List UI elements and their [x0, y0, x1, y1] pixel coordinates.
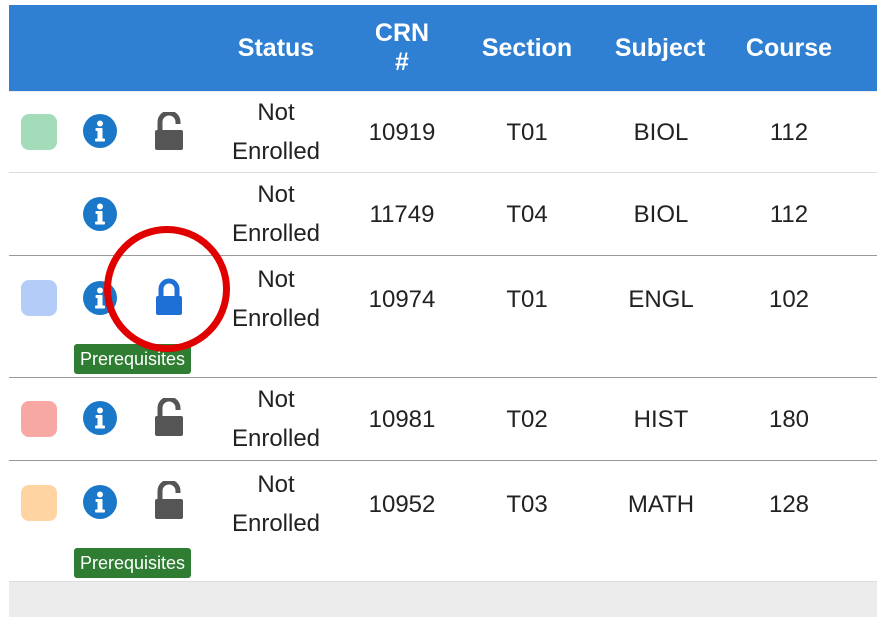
- info-icon[interactable]: [83, 485, 117, 519]
- crn-cell: 10981: [368, 405, 436, 433]
- table-row[interactable]: Prerequisites Not Enrolled 10952 T03 MAT…: [9, 461, 877, 582]
- course-color-swatch: [21, 114, 57, 150]
- unlock-icon[interactable]: [151, 112, 187, 152]
- info-icon[interactable]: [83, 197, 117, 231]
- section-cell: T01: [506, 285, 548, 313]
- table-row[interactable]: Not Enrolled 10919 T01 BIOL 112: [9, 92, 877, 173]
- crn-cell: 10974: [368, 285, 436, 313]
- header-status[interactable]: Status: [221, 5, 331, 91]
- status-cell: Not Enrolled: [231, 181, 321, 247]
- course-cell: 112: [769, 200, 809, 228]
- crn-cell: 10919: [368, 118, 436, 146]
- crn-cell: 10952: [368, 490, 436, 518]
- course-color-swatch: [21, 485, 57, 521]
- status-cell: Not Enrolled: [231, 266, 321, 332]
- highlight-circle: [104, 226, 230, 352]
- section-cell: T04: [506, 200, 548, 228]
- subject-cell: MATH: [627, 490, 695, 518]
- section-cell: T01: [506, 118, 548, 146]
- section-cell: T02: [506, 405, 548, 433]
- subject-cell: BIOL: [633, 200, 689, 228]
- header-course[interactable]: Course: [739, 5, 839, 91]
- course-cell: 128: [768, 490, 810, 518]
- status-cell: Not Enrolled: [231, 386, 321, 452]
- subject-cell: HIST: [633, 405, 689, 433]
- header-subject[interactable]: Subject: [605, 5, 715, 91]
- table-row[interactable]: Not Enrolled 10981 T02 HIST 180: [9, 378, 877, 461]
- header-section[interactable]: Section: [474, 5, 580, 91]
- course-cell: 180: [768, 405, 810, 433]
- info-icon[interactable]: [83, 114, 117, 148]
- table-header: Status CRN # Section Subject Course: [9, 5, 877, 91]
- course-cell: 102: [768, 285, 810, 313]
- subject-cell: ENGL: [628, 285, 694, 313]
- prerequisites-badge[interactable]: Prerequisites: [74, 548, 192, 578]
- subject-cell: BIOL: [633, 118, 689, 146]
- crn-cell: 11749: [369, 200, 435, 228]
- course-color-swatch: [21, 401, 57, 437]
- unlock-icon[interactable]: [151, 481, 187, 521]
- course-cell: 112: [769, 118, 809, 146]
- info-icon[interactable]: [83, 401, 117, 435]
- header-crn[interactable]: CRN #: [357, 5, 447, 91]
- status-cell: Not Enrolled: [231, 99, 321, 165]
- course-color-swatch: [21, 280, 57, 316]
- status-cell: Not Enrolled: [231, 471, 321, 537]
- unlock-icon[interactable]: [151, 398, 187, 438]
- section-cell: T03: [506, 490, 548, 518]
